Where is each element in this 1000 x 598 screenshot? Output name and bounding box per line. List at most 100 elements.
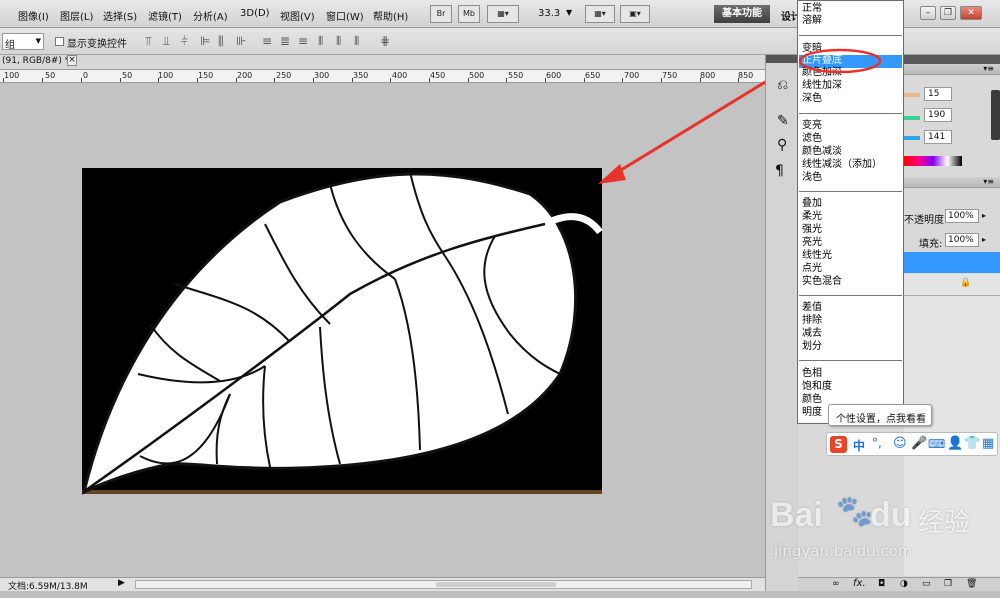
distribute-top-icon[interactable]: ≡ [262,34,272,48]
blue-slider-swatch[interactable] [904,136,920,140]
blend-mode-item[interactable]: 滤色 [802,133,822,145]
status-menu-arrow-icon[interactable]: ▶ [118,578,125,588]
ime-punctuation-mode[interactable]: °, [872,436,882,450]
character-icon[interactable]: ¶ [775,163,784,179]
frame-view-button[interactable]: ▦▾ [487,5,519,23]
blend-mode-item[interactable]: 明度 [802,407,822,419]
distribute-bottom-icon[interactable]: ≡ [298,34,308,48]
minimize-button[interactable]: – [920,6,936,20]
sogou-logo-icon[interactable]: S [830,436,847,453]
green-value-field[interactable]: 190 [924,108,952,122]
blend-mode-item[interactable]: 排除 [802,315,822,327]
blend-mode-item[interactable]: 减去 [802,328,822,340]
blend-mode-item[interactable]: 深色 [802,93,822,105]
distribute-vcenter-icon[interactable]: ≣ [280,34,290,48]
align-vcenter-icon[interactable]: ⫫ [163,34,170,49]
align-top-icon[interactable]: ⫪ [145,34,152,49]
blend-mode-item[interactable]: 线性光 [802,250,832,262]
blend-mode-item[interactable]: 颜色 [802,394,822,406]
transform-controls-checkbox[interactable] [55,37,64,46]
ime-chinese-mode[interactable]: 中 [853,437,865,454]
blend-mode-item[interactable]: 色相 [802,368,822,380]
adjustment-layer-icon[interactable]: ◑ [900,579,908,589]
skin-shirt-icon[interactable]: 👕 [964,436,980,451]
align-right-icon[interactable]: ⊪ [236,34,246,48]
blend-mode-item[interactable]: 正常 [802,3,822,15]
panel-menu-icon[interactable]: ▾≡ [983,64,994,73]
emoji-icon[interactable]: ☺ [893,436,907,451]
blend-mode-item[interactable]: 差值 [802,302,822,314]
green-slider-swatch[interactable] [904,116,920,120]
auto-select-dropdown[interactable]: 组 ▼ [2,33,44,51]
side-handle[interactable] [991,90,1000,140]
distribute-hcenter-icon[interactable]: ⦀ [336,34,341,49]
blend-mode-item[interactable]: 变亮 [802,120,822,132]
blend-mode-item[interactable]: 颜色减淡 [802,146,842,158]
link-layers-icon[interactable]: ∞ [832,579,840,589]
horizontal-scrollbar[interactable] [135,580,752,589]
menu-select[interactable]: 选择(S) [103,8,137,23]
menu-filter[interactable]: 滤镜(T) [148,8,182,23]
blend-mode-item[interactable]: 线性减淡（添加） [802,159,882,171]
blend-mode-item[interactable]: 溶解 [802,15,822,27]
red-value-field[interactable]: 15 [924,87,952,101]
zoom-dropdown-icon[interactable]: ▼ [566,8,572,17]
new-group-icon[interactable]: ▭ [922,579,931,589]
blend-mode-item[interactable]: 饱和度 [802,381,832,393]
blend-mode-item[interactable]: 实色混合 [802,276,842,288]
document-tab-title[interactable]: (91, RGB/8#) * [2,56,69,66]
blend-mode-item[interactable]: 亮光 [802,237,822,249]
blend-mode-item[interactable]: 强光 [802,224,822,236]
menu-3d[interactable]: 3D(D) [240,8,270,19]
fill-field[interactable]: 100% [945,233,979,247]
auto-align-icon[interactable]: ⋕ [380,34,390,48]
blue-value-field[interactable]: 141 [924,130,952,144]
history-icon[interactable]: ⎌ [777,77,788,93]
layer-style-icon[interactable]: fx. [853,578,866,589]
blend-mode-item[interactable]: 划分 [802,341,822,353]
opacity-field[interactable]: 100% [945,209,979,223]
menu-image[interactable]: 图像(I) [18,8,49,23]
align-bottom-icon[interactable]: ⫩ [181,34,188,49]
opacity-arrow-icon[interactable]: ▸ [982,211,986,220]
close-window-button[interactable]: ✕ [960,6,982,20]
screen-mode-button[interactable]: ▣▾ [620,5,650,23]
clone-source-icon[interactable]: ⚲ [777,137,787,153]
blend-mode-item[interactable]: 点光 [802,263,822,275]
panel-menu-icon[interactable]: ▾≡ [983,177,994,186]
keyboard-icon[interactable]: ⌨ [928,437,945,451]
new-layer-icon[interactable]: ❐ [944,579,952,589]
menu-layer[interactable]: 图层(L) [60,8,93,23]
menu-window[interactable]: 窗口(W) [326,8,364,23]
fill-arrow-icon[interactable]: ▸ [982,235,986,244]
menu-help[interactable]: 帮助(H) [373,8,408,23]
bridge-button[interactable]: Br [430,5,452,23]
selected-layer-row[interactable] [904,252,1000,273]
blend-mode-item[interactable]: 叠加 [802,198,822,210]
distribute-left-icon[interactable]: ⦀ [318,34,323,49]
blend-mode-item[interactable]: 浅色 [802,172,822,184]
color-spectrum-bar[interactable] [904,156,962,166]
canvas-area[interactable] [0,60,799,577]
ime-toolbar[interactable]: S 中 °, ☺ 🎤 ⌨ 👤 👕 ▦ [826,432,998,456]
align-left-icon[interactable]: ⊫ [200,34,210,48]
brush-presets-icon[interactable]: ✎ [777,113,789,129]
layer-row[interactable]: 🔒 [904,274,1000,296]
restore-button[interactable]: ❐ [940,6,956,20]
menu-analysis[interactable]: 分析(A) [193,8,228,23]
distribute-right-icon[interactable]: ⦀ [354,34,359,49]
align-hcenter-icon[interactable]: ⫼ [218,34,224,49]
mini-bridge-button[interactable]: Mb [458,5,480,23]
red-slider-swatch[interactable] [904,93,920,97]
toolbox-grid-icon[interactable]: ▦ [982,436,994,451]
layer-mask-icon[interactable]: ◘ [878,579,885,589]
arrange-documents-button[interactable]: ▦▾ [585,5,615,23]
user-icon[interactable]: 👤 [947,436,963,451]
close-tab-icon[interactable]: × [67,55,77,66]
blend-mode-item[interactable]: 柔光 [802,211,822,223]
microphone-icon[interactable]: 🎤 [911,436,927,451]
workspace-essentials-button[interactable]: 基本功能 [714,5,770,23]
menu-view[interactable]: 视图(V) [280,8,315,23]
delete-layer-icon[interactable]: 🗑 [966,579,977,589]
scrollbar-thumb[interactable] [436,582,556,587]
